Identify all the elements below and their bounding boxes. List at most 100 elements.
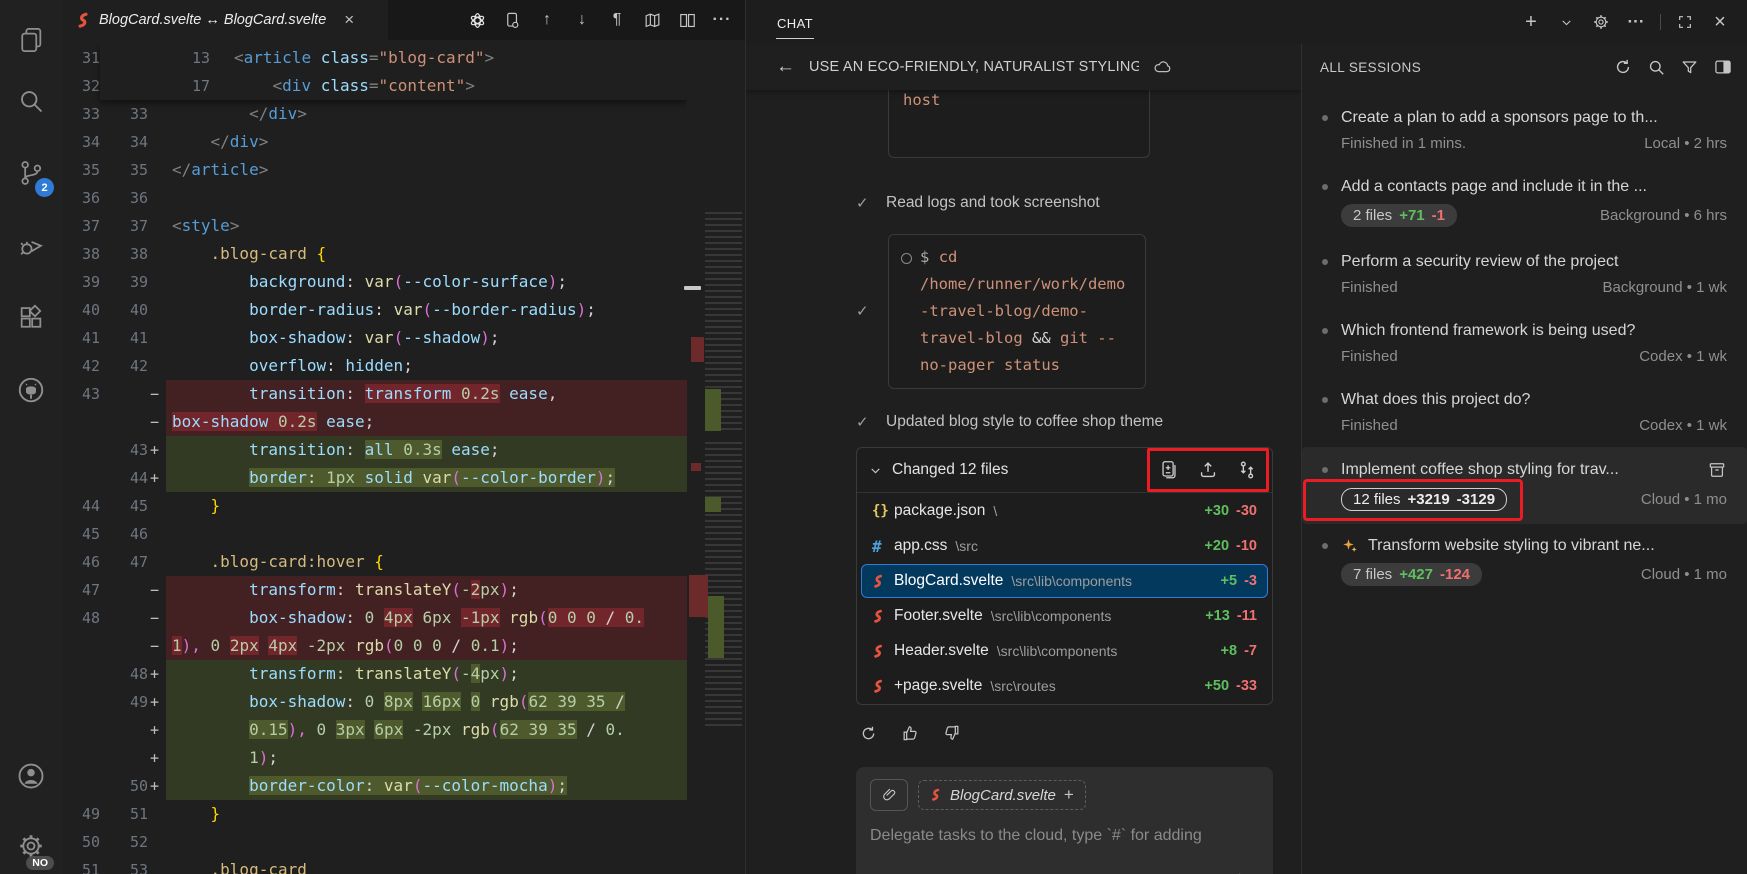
- diff-sign: [148, 128, 166, 156]
- code-line: 46 47 .blog-card:hover {: [62, 548, 687, 576]
- tab-close-icon[interactable]: ×: [344, 10, 354, 30]
- diff-editor[interactable]: 31 32 33 33: [62, 44, 687, 874]
- code-text: box-shadow: var(--shadow);: [166, 324, 687, 352]
- file-row[interactable]: BlogCard.svelte \src\lib\components +5 -…: [861, 564, 1268, 598]
- send-icon[interactable]: [1235, 869, 1259, 874]
- session-item[interactable]: Implement coffee shop styling for trav..…: [1302, 447, 1747, 524]
- compare-changes-icon[interactable]: [1236, 459, 1258, 481]
- openai-icon[interactable]: [464, 7, 490, 33]
- session-title: What does this project do?: [1341, 391, 1727, 409]
- file-row[interactable]: # app.css \src +20 -10: [861, 529, 1268, 563]
- search-icon[interactable]: [0, 73, 62, 129]
- session-item[interactable]: What does this project do? Finished Code…: [1322, 378, 1727, 447]
- sticky-scroll[interactable]: 13 <article class="blog-card"> 17 <div c…: [100, 44, 687, 100]
- more-actions-icon[interactable]: ···: [1625, 11, 1647, 33]
- session-item[interactable]: Transform website styling to vibrant ne.…: [1322, 524, 1727, 599]
- thumbs-down-icon[interactable]: [940, 721, 964, 745]
- chevron-down-icon[interactable]: [1555, 11, 1577, 33]
- split-editor-icon[interactable]: [674, 7, 700, 33]
- chat-input-card[interactable]: BlogCard.svelte + Delegate tasks to the …: [856, 767, 1273, 874]
- file-type-icon: [872, 574, 894, 589]
- map-icon[interactable]: [639, 7, 665, 33]
- files-count: 2 files: [1353, 207, 1392, 224]
- context-chip-blogcard[interactable]: BlogCard.svelte +: [918, 780, 1086, 810]
- extensions-icon[interactable]: [0, 290, 62, 346]
- apply-file-icon[interactable]: [1158, 459, 1180, 481]
- settings-badge: NO: [26, 856, 54, 870]
- tab-blogcard-diff[interactable]: BlogCard.svelte ↔ BlogCard.svelte ×: [62, 0, 388, 40]
- diff-sign: [148, 240, 166, 268]
- terminal-command: $ cd /home/runner/work/demo-travel-blog/…: [920, 244, 1133, 379]
- file-type-icon: [872, 609, 894, 624]
- refresh-icon[interactable]: [1613, 57, 1633, 77]
- session-diff-badge: 7 files +427 -124: [1341, 563, 1482, 586]
- diff-sign: [148, 492, 166, 520]
- session-meta: Background • 1 wk: [1603, 279, 1727, 296]
- session-item[interactable]: Add a contacts page and include it in th…: [1322, 165, 1727, 240]
- old-line-number: 36: [62, 184, 100, 212]
- sparkle-icon: [1341, 537, 1359, 555]
- chat-input[interactable]: Delegate tasks to the cloud, type `#` fo…: [870, 827, 1259, 845]
- diff-sign: [148, 268, 166, 296]
- changed-files-card: Changed 12 files: [856, 447, 1273, 705]
- tab-chat[interactable]: CHAT: [776, 12, 814, 39]
- layout-panel-icon[interactable]: [1713, 57, 1733, 77]
- changed-files-header[interactable]: Changed 12 files: [857, 448, 1272, 493]
- chat-messages[interactable]: host ✓ Read logs and took screenshot ✓ $…: [746, 90, 1301, 874]
- diff-sign: [148, 800, 166, 828]
- minimap[interactable]: [689, 44, 745, 874]
- files-count: 12 files: [1353, 491, 1401, 508]
- export-icon[interactable]: [1197, 459, 1219, 481]
- filter-icon[interactable]: [1680, 57, 1699, 77]
- code-line: 36 36: [62, 184, 687, 212]
- new-chat-icon[interactable]: +: [1520, 11, 1542, 33]
- session-item[interactable]: Which frontend framework is being used? …: [1322, 309, 1727, 378]
- settings-gear-icon[interactable]: NO: [0, 818, 62, 874]
- file-row[interactable]: Header.svelte \src\lib\components +8 -7: [861, 634, 1268, 668]
- code-line: 38 38 .blog-card {: [62, 240, 687, 268]
- attach-button[interactable]: [870, 779, 908, 811]
- settings-gear-icon[interactable]: [1590, 11, 1612, 33]
- run-debug-icon[interactable]: [0, 218, 62, 274]
- old-line-number: [62, 660, 100, 688]
- additions-count: +13: [1205, 608, 1230, 624]
- next-change-icon[interactable]: ↓: [569, 7, 595, 33]
- open-preview-icon[interactable]: [499, 7, 525, 33]
- sticky-code-text: <article class="blog-card">: [228, 44, 687, 72]
- session-item[interactable]: Perform a security review of the project…: [1322, 240, 1727, 309]
- session-status: Finished: [1341, 348, 1398, 365]
- code-line: 50 52: [62, 828, 687, 856]
- add-context-icon[interactable]: +: [1064, 785, 1074, 805]
- more-actions-icon[interactable]: ···: [709, 7, 735, 33]
- step-text: Updated blog style to coffee shop theme: [886, 413, 1163, 430]
- chevron-down-icon[interactable]: [869, 464, 882, 477]
- old-line-number: [62, 688, 100, 716]
- whitespace-icon[interactable]: ¶: [604, 7, 630, 33]
- code-line: − box-shadow 0.2s ease;: [62, 408, 687, 436]
- github-icon[interactable]: [0, 362, 62, 418]
- search-icon[interactable]: [1647, 57, 1666, 77]
- scrollbar-handle[interactable]: [684, 286, 701, 290]
- source-control-icon[interactable]: 2: [0, 145, 62, 201]
- thumbs-up-icon[interactable]: [898, 721, 922, 745]
- session-item[interactable]: Create a plan to add a sponsors page to …: [1322, 96, 1727, 165]
- diff-sign: [148, 856, 166, 874]
- previous-change-icon[interactable]: ↑: [534, 7, 560, 33]
- account-icon[interactable]: [0, 748, 62, 804]
- back-arrow-icon[interactable]: ←: [776, 56, 795, 78]
- sessions-header: ALL SESSIONS: [1302, 44, 1747, 90]
- file-row[interactable]: +page.svelte \src\routes +50 -33: [861, 669, 1268, 703]
- code-line: 45 46: [62, 520, 687, 548]
- new-line-number: 48: [100, 660, 148, 688]
- close-icon[interactable]: ×: [1709, 11, 1731, 33]
- file-row[interactable]: Footer.svelte \src\lib\components +13 -1…: [861, 599, 1268, 633]
- fullscreen-icon[interactable]: [1674, 11, 1696, 33]
- archive-icon[interactable]: [1707, 460, 1727, 480]
- new-line-number: 43: [100, 436, 148, 464]
- explorer-icon[interactable]: [0, 12, 62, 68]
- diff-sign: −: [148, 632, 166, 660]
- old-line-number: 42: [62, 352, 100, 380]
- retry-icon[interactable]: [856, 721, 880, 745]
- code-text: .blog-card {: [166, 240, 687, 268]
- file-row[interactable]: {} package.json \ +30 -30: [861, 494, 1268, 528]
